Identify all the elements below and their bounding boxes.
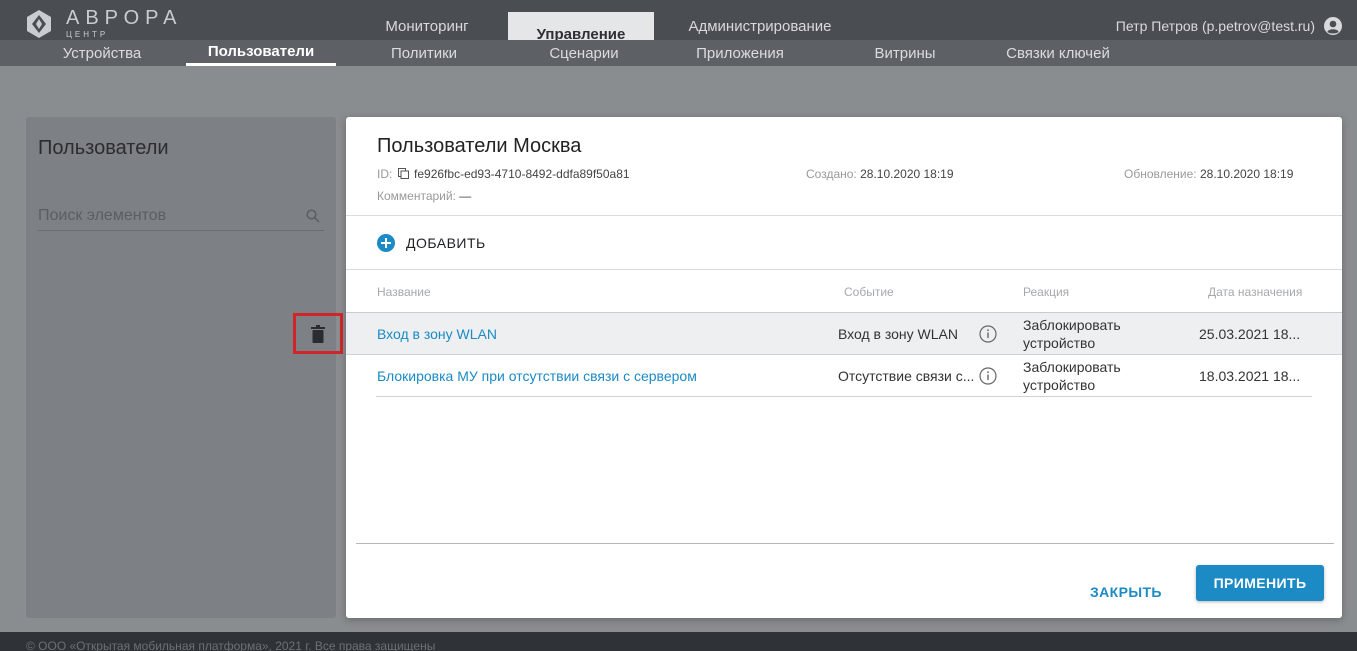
panel-title: Пользователи (38, 137, 169, 159)
created-value: 28.10.2020 18:19 (860, 167, 954, 181)
subtab-showcases[interactable]: Витрины (850, 40, 960, 66)
toolbar-divider (346, 269, 1342, 270)
row-event: Отсутствие связи с... (838, 368, 975, 384)
subtab-devices[interactable]: Устройства (38, 40, 166, 66)
updated-value: 28.10.2020 18:19 (1199, 167, 1294, 181)
group-id: ID: fe926fbc-ed93-4710-8492-ddfa89f50a81 (377, 167, 630, 181)
account-circle-icon (1324, 17, 1342, 35)
users-panel: Пользователи Поиск элементов (26, 117, 336, 618)
page-footer: © ООО «Открытая мобильная платформа», 20… (0, 632, 1357, 651)
delete-button[interactable] (293, 313, 343, 354)
row-name[interactable]: Блокировка МУ при отсутствии связи с сер… (377, 368, 697, 384)
copy-icon[interactable] (397, 168, 409, 179)
add-label: ДОБАВИТЬ (406, 235, 486, 251)
updated: Обновление: 28.10.2020 18:19 (1124, 167, 1293, 181)
row-reaction: Заблокировать устройство (1023, 317, 1121, 351)
search-input[interactable]: Поиск элементов (38, 201, 324, 231)
search-icon (306, 208, 320, 223)
user-name: Петр Петров (p.petrov@test.ru) (1115, 18, 1315, 34)
info-icon[interactable] (979, 367, 997, 385)
trash-icon (311, 324, 325, 343)
tab-administration[interactable]: Администрирование (676, 12, 844, 40)
row-date: 25.03.2021 18... (1199, 326, 1301, 342)
logo-title: АВРОРА (66, 7, 183, 29)
id-label: ID: (377, 167, 393, 181)
updated-label: Обновление: (1124, 167, 1197, 181)
row-date: 18.03.2021 18... (1199, 368, 1301, 384)
comment-value: — (459, 189, 472, 203)
group-dialog: Пользователи Москва ID: fe926fbc-ed93-47… (346, 117, 1342, 618)
footer-divider (356, 543, 1334, 544)
created-label: Создано: (806, 167, 857, 181)
row-reaction: Заблокировать устройство (1023, 359, 1121, 393)
column-reaction[interactable]: Реакция (1023, 285, 1069, 299)
logo[interactable]: АВРОРА ЦЕНТР (24, 7, 183, 39)
row-name[interactable]: Вход в зону WLAN (377, 326, 497, 342)
comment-label: Комментарий: (377, 189, 456, 203)
table-row[interactable]: Блокировка МУ при отсутствии связи с сер… (376, 355, 1312, 397)
subtab-policies[interactable]: Политики (374, 40, 474, 66)
row-event: Вход в зону WLAN (838, 326, 959, 342)
search-placeholder: Поиск элементов (38, 206, 167, 224)
tab-monitoring[interactable]: Мониторинг (362, 12, 492, 40)
column-event[interactable]: Событие (844, 285, 894, 299)
logo-subtitle: ЦЕНТР (66, 30, 109, 39)
subtab-apps[interactable]: Приложения (680, 40, 800, 66)
aurora-logo-icon (27, 10, 51, 38)
column-name[interactable]: Название (377, 285, 431, 299)
user-menu[interactable]: Петр Петров (p.petrov@test.ru) (1116, 12, 1343, 40)
header-divider (346, 215, 1342, 216)
dialog-title: Пользователи Москва (377, 135, 582, 157)
close-button[interactable]: ЗАКРЫТЬ (1090, 584, 1162, 608)
subtab-users[interactable]: Пользователи (186, 40, 336, 66)
copyright-text: © ООО «Открытая мобильная платформа», 20… (26, 639, 436, 651)
add-button[interactable]: ДОБАВИТЬ (377, 233, 486, 253)
table-row[interactable]: Вход в зону WLAN Вход в зону WLAN Заблок… (346, 313, 1342, 355)
created: Создано: 28.10.2020 18:19 (806, 167, 954, 181)
add-circle-icon (377, 234, 395, 252)
info-icon[interactable] (979, 325, 997, 343)
comment: Комментарий: — (377, 189, 471, 203)
apply-button[interactable]: ПРИМЕНИТЬ (1196, 565, 1324, 601)
id-value: fe926fbc-ed93-4710-8492-ddfa89f50a81 (414, 167, 630, 181)
subtab-keychains[interactable]: Связки ключей (988, 40, 1128, 66)
column-date[interactable]: Дата назначения (1208, 285, 1302, 299)
subtab-scenarios[interactable]: Сценарии (534, 40, 634, 66)
